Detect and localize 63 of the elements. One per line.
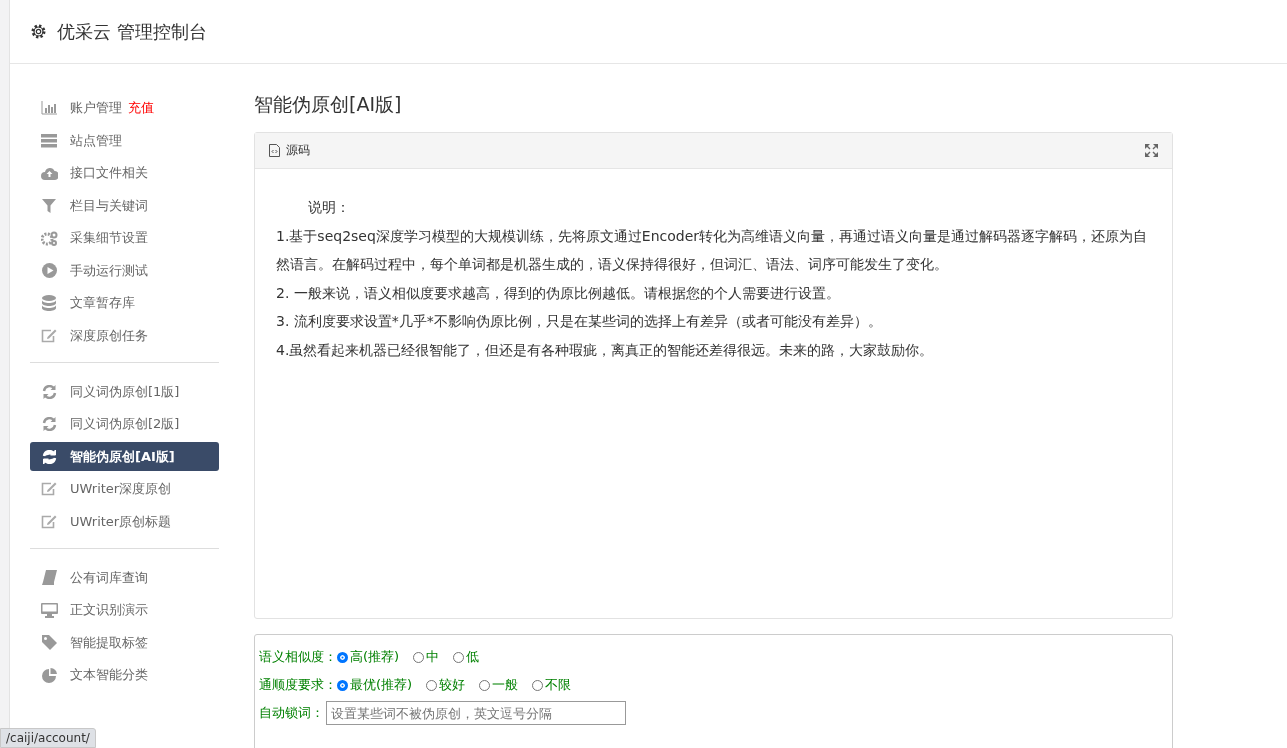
sidebar-item[interactable]: 手动运行测试 [30,256,219,285]
radio-button[interactable] [479,679,491,691]
radio-button[interactable] [413,651,425,663]
sidebar-item[interactable]: 站点管理 [30,126,219,155]
radio-label: 低 [466,648,480,666]
pie-chart-icon [41,667,57,683]
note-paragraph: 1.基于seq2seq深度学习模型的大规模训练，先将原文通过Encoder转化为高维语义向量，再通过语义向量是通过解码器逐字解码，还原为自然语言。在解码过程中，每个单词都是机器生成的，语义保持得很好，但词汇、语法、词序可能发生了变化。 [276,226,1149,274]
note-heading: 说明： [307,198,351,217]
sidebar-item[interactable]: UWriter原创标题 [30,507,219,536]
filter-icon [42,198,56,213]
sidebar-item[interactable]: 深度原创任务 [30,321,219,350]
radio-label: 一般 [492,676,519,694]
refresh-icon [41,417,57,431]
cloud-upload-icon [40,166,58,180]
option-label: 通顺度要求： [259,676,337,694]
file-code-icon [269,144,280,157]
refresh-icon [41,384,57,399]
sidebar-item[interactable]: 同义词伪原创[2版] [30,409,219,439]
radio-button[interactable] [337,651,348,663]
radio-label: 较好 [439,676,466,694]
sidebar-item[interactable]: 文本智能分类 [30,660,219,690]
bar-chart-icon [41,101,57,115]
page-title: 智能伪原创[AI版] [254,92,403,117]
app-title: 优采云 管理控制台 [57,19,207,44]
radio-button[interactable] [453,651,465,663]
edit-icon [41,514,57,529]
radio-button[interactable] [337,679,348,691]
sidebar-item[interactable]: 账户管理 充值 [30,93,219,123]
note-paragraph: 4.虽然看起来机器已经很智能了，但还是有各种瑕疵，离真正的智能还差得很远。未来的路，大家鼓励你。 [276,340,935,360]
sidebar-item[interactable]: 正文识别演示 [30,595,219,625]
lock-words-field[interactable]: 设置某些词不被伪原创，英文逗号分隔 [326,701,626,725]
tag-icon [41,635,57,650]
server-icon [41,133,57,148]
radio-label: 高(推荐) [350,648,400,666]
sidebar-item[interactable]: 智能伪原创[AI版] [30,442,219,471]
fullscreen-icon[interactable] [1145,144,1158,157]
field-label: 自动锁词： [259,704,324,722]
monitor-icon [40,602,58,618]
radio-label: 中 [426,648,440,666]
edit-icon [41,482,57,496]
radio-label: 最优(推荐) [350,676,413,694]
note-paragraph: 3. 流利度要求设置*几乎*不影响伪原比例，只是在某些词的选择上有差异（或者可能没有差异）。 [276,312,883,331]
source-button[interactable]: 源码 [269,142,310,159]
radio-label: 不限 [545,676,572,694]
settings-icon [30,23,47,40]
refresh-icon [41,449,57,464]
sidebar-item[interactable]: 栏目与关键词 [30,191,219,220]
sidebar-item[interactable]: 采集细节设置 [30,223,219,253]
sidebar-item[interactable]: 接口文件相关 [30,158,219,188]
sidebar-item[interactable]: 智能提取标签 [30,628,219,657]
edit-icon [41,328,57,343]
status-url: /caiji/account/ [0,728,96,748]
sidebar-item[interactable]: UWriter深度原创 [30,474,219,504]
database-icon [42,295,56,311]
sidebar-item[interactable]: 公有词库查询 [30,563,219,592]
recharge-link[interactable]: 充值 [128,99,154,117]
radio-button[interactable] [426,679,438,691]
sidebar-item[interactable]: 同义词伪原创[1版] [30,377,219,406]
option-label: 语义相似度： [259,648,337,666]
radio-button[interactable] [532,679,544,691]
sidebar-item[interactable]: 文章暂存库 [30,288,219,318]
play-icon [41,263,57,278]
note-paragraph: 2. 一般来说，语义相似度要求越高，得到的伪原比例越低。请根据您的个人需要进行设置。 [276,283,841,303]
